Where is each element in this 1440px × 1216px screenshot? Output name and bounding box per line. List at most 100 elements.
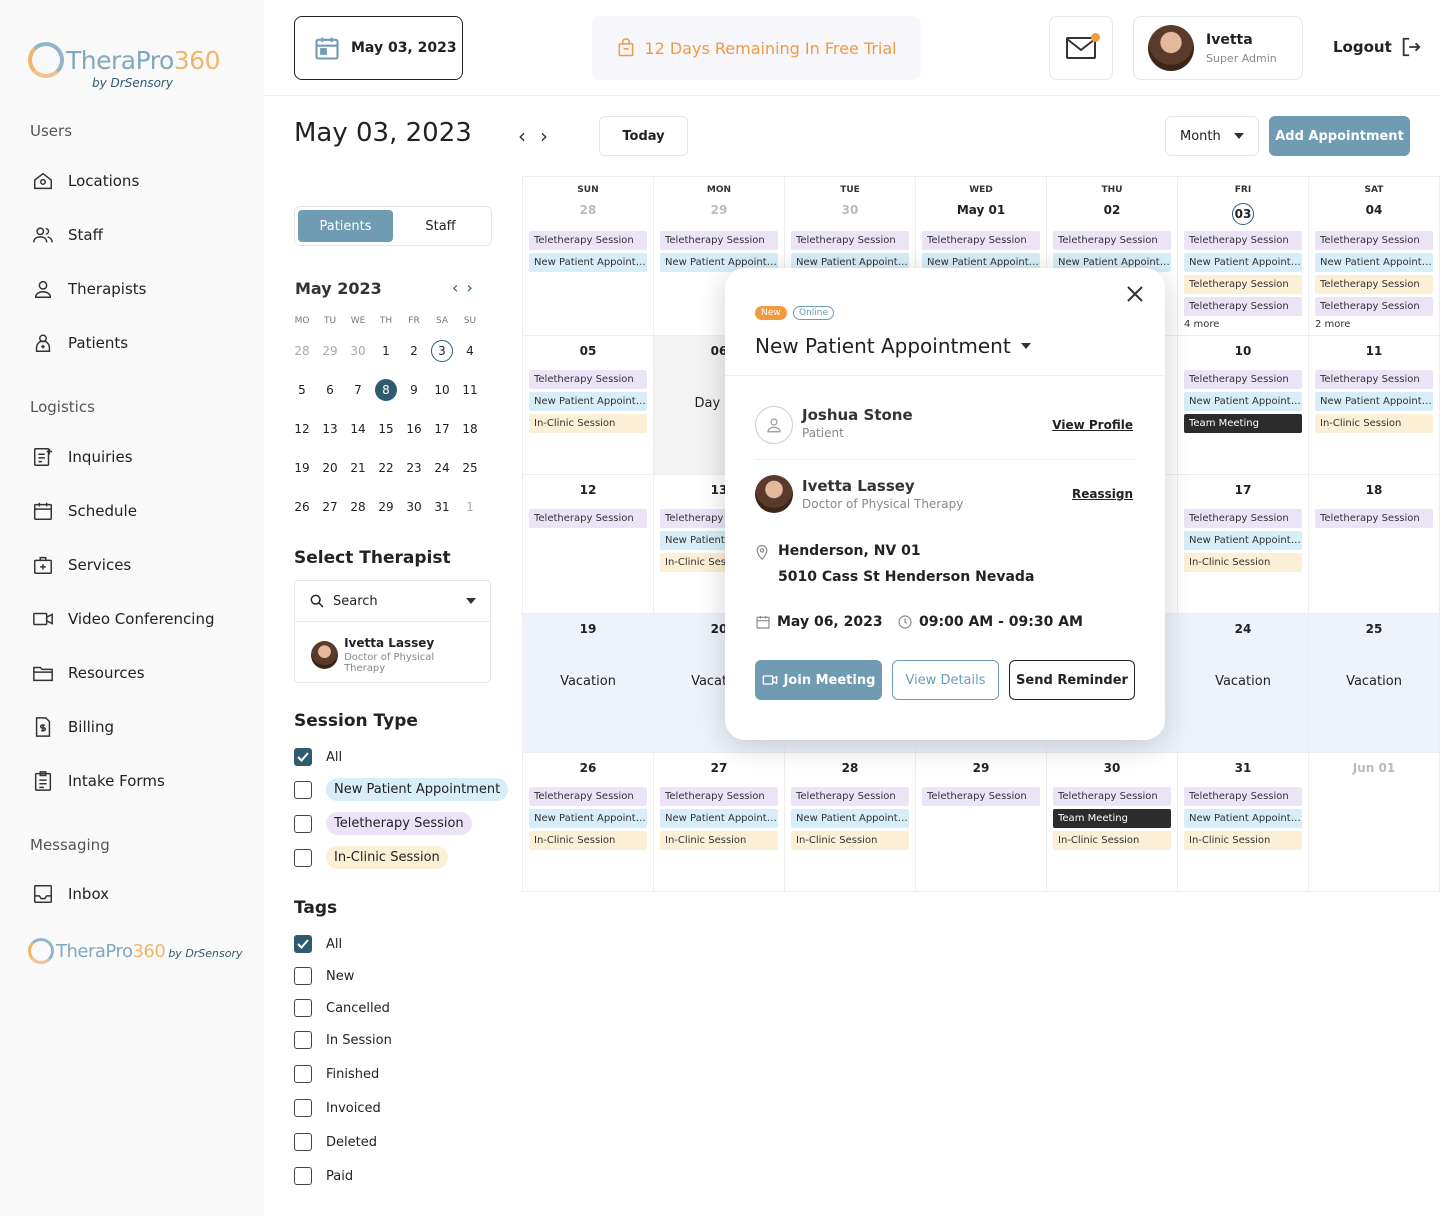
mini-day[interactable]: 10 — [428, 371, 456, 410]
event-teletherapy[interactable]: Teletherapy Session — [529, 231, 647, 250]
tab-staff[interactable]: Staff — [393, 210, 488, 242]
mini-day[interactable]: 20 — [316, 449, 344, 488]
more-events-link[interactable]: 2 more — [1315, 319, 1350, 330]
checkbox[interactable] — [294, 967, 312, 985]
checkbox[interactable] — [294, 999, 312, 1017]
event-teletherapy[interactable]: Teletherapy Session — [1184, 370, 1302, 389]
checkbox-checked[interactable] — [294, 748, 312, 766]
event-teletherapy[interactable]: Teletherapy Session — [1184, 787, 1302, 806]
event-new-patient[interactable]: New Patient Appointment — [1184, 392, 1302, 411]
event-teletherapy[interactable]: Teletherapy Session — [791, 231, 909, 250]
tag-deleted[interactable]: Deleted — [294, 1133, 377, 1151]
event-teletherapy[interactable]: Teletherapy Session — [1315, 509, 1433, 528]
session-type-new-patient[interactable]: New Patient Appointment — [294, 778, 509, 801]
checkbox[interactable] — [294, 1167, 312, 1185]
session-type-in-clinic[interactable]: In-Clinic Session — [294, 846, 448, 869]
day-cell[interactable]: 10 Teletherapy Session New Patient Appoi… — [1178, 336, 1309, 475]
send-reminder-button[interactable]: Send Reminder — [1009, 660, 1135, 700]
checkbox-checked[interactable] — [294, 935, 312, 953]
mini-day[interactable]: 31 — [428, 488, 456, 527]
day-cell[interactable]: 11 Teletherapy Session New Patient Appoi… — [1309, 336, 1440, 475]
mini-day[interactable]: 19 — [288, 449, 316, 488]
event-teletherapy[interactable]: Teletherapy Session — [1315, 231, 1433, 250]
view-details-button[interactable]: View Details — [892, 660, 999, 700]
event-in-clinic[interactable]: In-Clinic Session — [1053, 831, 1171, 850]
mini-day[interactable]: 14 — [344, 410, 372, 449]
tag-cancelled[interactable]: Cancelled — [294, 999, 390, 1017]
add-appointment-button[interactable]: Add Appointment — [1269, 116, 1410, 156]
day-cell[interactable]: 05 Teletherapy Session New Patient Appoi… — [523, 336, 654, 475]
event-teletherapy[interactable]: Teletherapy Session — [1184, 275, 1302, 294]
mini-day[interactable]: 18 — [456, 410, 484, 449]
day-cell-vacation[interactable]: 19 Vacation — [523, 614, 654, 753]
chevron-right-icon[interactable]: › — [540, 124, 548, 148]
sidebar-item-video-conferencing[interactable]: Video Conferencing — [32, 606, 214, 632]
day-cell[interactable]: 28 Teletherapy Session New Patient Appoi… — [785, 753, 916, 892]
view-select[interactable]: Month — [1165, 116, 1259, 156]
day-cell[interactable]: 27 Teletherapy Session New Patient Appoi… — [654, 753, 785, 892]
more-events-link[interactable]: 4 more — [1184, 319, 1219, 330]
event-teletherapy[interactable]: Teletherapy Session — [791, 787, 909, 806]
mini-day-selected[interactable]: 8 — [372, 371, 400, 410]
mail-button[interactable] — [1049, 16, 1113, 80]
event-new-patient[interactable]: New Patient Appointment — [791, 809, 909, 828]
mini-day[interactable]: 12 — [288, 410, 316, 449]
mini-day[interactable]: 24 — [428, 449, 456, 488]
mini-day[interactable]: 1 — [372, 332, 400, 371]
mini-day[interactable]: 17 — [428, 410, 456, 449]
checkbox[interactable] — [294, 848, 312, 867]
day-cell-vacation[interactable]: 25 Vacation — [1309, 614, 1440, 753]
day-cell[interactable]: Jun 01 — [1309, 753, 1440, 892]
mini-day[interactable]: 29 — [372, 488, 400, 527]
mini-day[interactable]: 11 — [456, 371, 484, 410]
event-in-clinic[interactable]: In-Clinic Session — [1315, 414, 1433, 433]
sidebar-item-schedule[interactable]: Schedule — [32, 498, 137, 524]
sidebar-item-locations[interactable]: Locations — [32, 168, 139, 194]
mini-day[interactable]: 7 — [344, 371, 372, 410]
event-in-clinic[interactable]: In-Clinic Session — [1184, 831, 1302, 850]
sidebar-item-inquiries[interactable]: Inquiries — [32, 444, 133, 470]
session-type-all[interactable]: All — [294, 748, 342, 766]
view-profile-link[interactable]: View Profile — [1052, 418, 1133, 432]
mini-day[interactable]: 28 — [344, 488, 372, 527]
mini-day-today[interactable]: 3 — [428, 332, 456, 371]
day-cell[interactable]: SAT 04 Teletherapy Session New Patient A… — [1309, 177, 1440, 336]
therapist-search-input[interactable]: Search — [295, 581, 490, 622]
checkbox[interactable] — [294, 780, 312, 799]
sidebar-item-intake-forms[interactable]: Intake Forms — [32, 768, 165, 794]
reassign-link[interactable]: Reassign — [1072, 487, 1133, 501]
sidebar-item-services[interactable]: Services — [32, 552, 131, 578]
mini-day[interactable]: 30 — [344, 332, 372, 371]
event-teletherapy[interactable]: Teletherapy Session — [1053, 787, 1171, 806]
day-cell[interactable]: 18 Teletherapy Session — [1309, 475, 1440, 614]
event-teletherapy[interactable]: Teletherapy Session — [1315, 275, 1433, 294]
sidebar-item-resources[interactable]: Resources — [32, 660, 145, 686]
event-in-clinic[interactable]: In-Clinic Session — [660, 831, 778, 850]
mini-day[interactable]: 27 — [316, 488, 344, 527]
event-team-meeting[interactable]: Team Meeting — [1184, 414, 1302, 433]
sidebar-item-billing[interactable]: Billing — [32, 714, 114, 740]
event-team-meeting[interactable]: Team Meeting — [1053, 809, 1171, 828]
event-new-patient[interactable]: New Patient Appointment — [1184, 253, 1302, 272]
event-teletherapy[interactable]: Teletherapy Session — [922, 787, 1040, 806]
day-cell-vacation[interactable]: 24 Vacation — [1178, 614, 1309, 753]
day-cell[interactable]: 31 Teletherapy Session New Patient Appoi… — [1178, 753, 1309, 892]
close-icon[interactable] — [1123, 282, 1147, 306]
mini-day[interactable]: 28 — [288, 332, 316, 371]
chevron-left-icon[interactable]: ‹ — [518, 124, 526, 148]
mini-day[interactable]: 25 — [456, 449, 484, 488]
event-new-patient[interactable]: New Patient Appointment — [1315, 253, 1433, 272]
event-new-patient[interactable]: New Patient Appointment — [529, 392, 647, 411]
event-teletherapy[interactable]: Teletherapy Session — [1184, 297, 1302, 316]
logout-button[interactable]: Logout — [1333, 36, 1422, 58]
event-teletherapy[interactable]: Teletherapy Session — [660, 231, 778, 250]
tag-new[interactable]: New — [294, 967, 354, 985]
today-button[interactable]: Today — [599, 116, 688, 156]
brand-logo[interactable]: TheraPro360 — [28, 42, 220, 78]
event-teletherapy[interactable]: Teletherapy Session — [1053, 231, 1171, 250]
therapist-option[interactable]: Ivetta Lassey Doctor of Physical Therapy — [295, 622, 490, 688]
day-cell-today[interactable]: FRI 03 Teletherapy Session New Patient A… — [1178, 177, 1309, 336]
event-teletherapy[interactable]: Teletherapy Session — [529, 787, 647, 806]
mini-day[interactable]: 4 — [456, 332, 484, 371]
sidebar-item-therapists[interactable]: Therapists — [32, 276, 146, 302]
